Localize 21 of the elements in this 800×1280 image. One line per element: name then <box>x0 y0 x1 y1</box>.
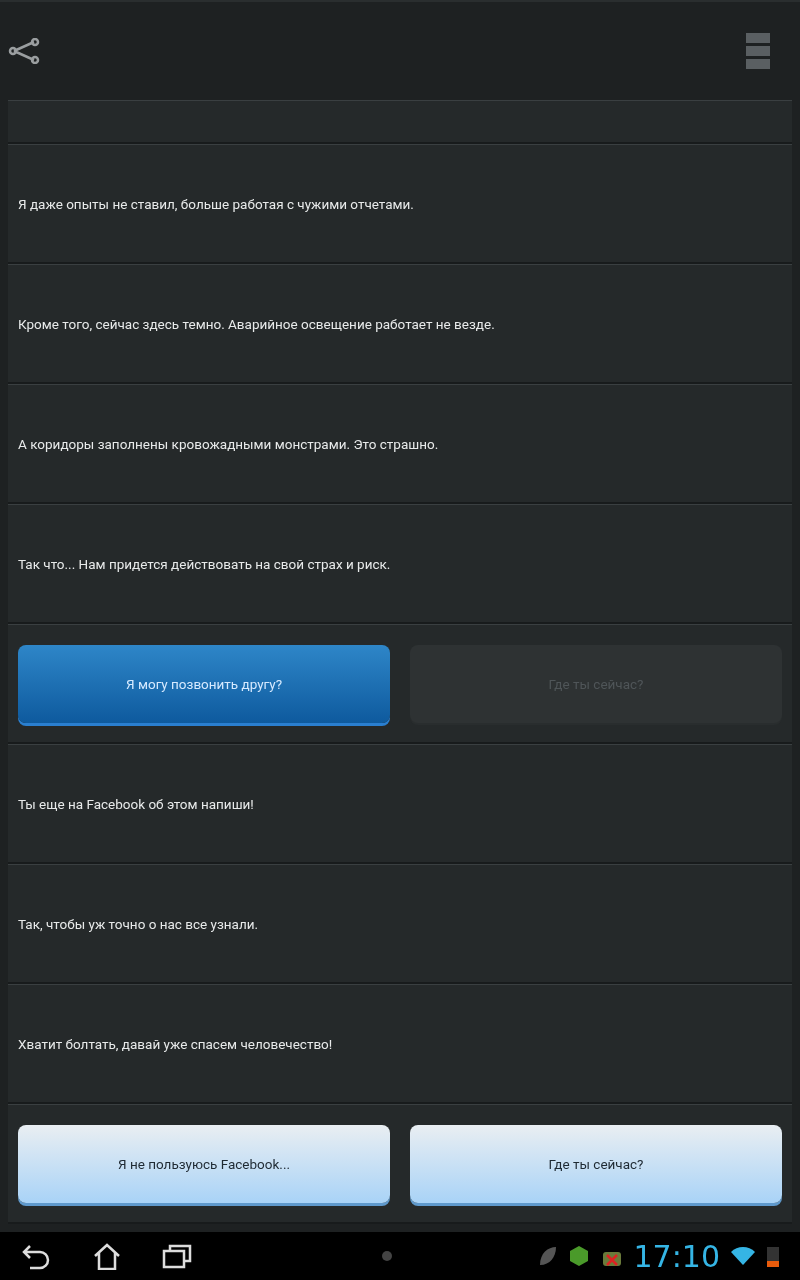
back-icon[interactable] <box>20 1242 52 1270</box>
battery-icon <box>766 1244 780 1268</box>
leaf-icon <box>537 1245 558 1267</box>
wifi-icon <box>730 1246 756 1266</box>
answer-button[interactable]: Где ты сейчас? <box>410 1124 782 1203</box>
dialogue-line: А коридоры заполнены кровожадными монстрами. Это страшно. <box>18 435 439 452</box>
dialogue-line: Кроме того, сейчас здесь темно. Аварийное освещение работает не везде. <box>18 315 495 332</box>
share-icon[interactable] <box>8 38 40 64</box>
hexagon-icon <box>567 1245 590 1267</box>
clock-time: 17:10 <box>633 1238 720 1274</box>
dot-icon <box>382 1251 392 1261</box>
answer-button[interactable]: Я не пользуюсь Facebook... <box>18 1124 390 1203</box>
dialogue-line: Так, чтобы уж точно о нас все узнали. <box>18 915 259 932</box>
dialogue-line: Хватит болтать, давай уже спасем человечество! <box>18 1035 333 1052</box>
dialogue-line: Так что... Нам придется действовать на свой страх и риск. <box>18 555 391 572</box>
menu-icon[interactable] <box>746 33 770 69</box>
answer-button[interactable]: Я могу позвонить другу? <box>18 644 390 723</box>
home-icon[interactable] <box>92 1242 122 1270</box>
dialogue-line: Ты еще на Facebook об этом напиши! <box>18 795 254 812</box>
recent-apps-icon[interactable] <box>162 1243 192 1269</box>
dialogue-line: Я даже опыты не ставил, больше работая с чужими отчетами. <box>18 195 414 212</box>
